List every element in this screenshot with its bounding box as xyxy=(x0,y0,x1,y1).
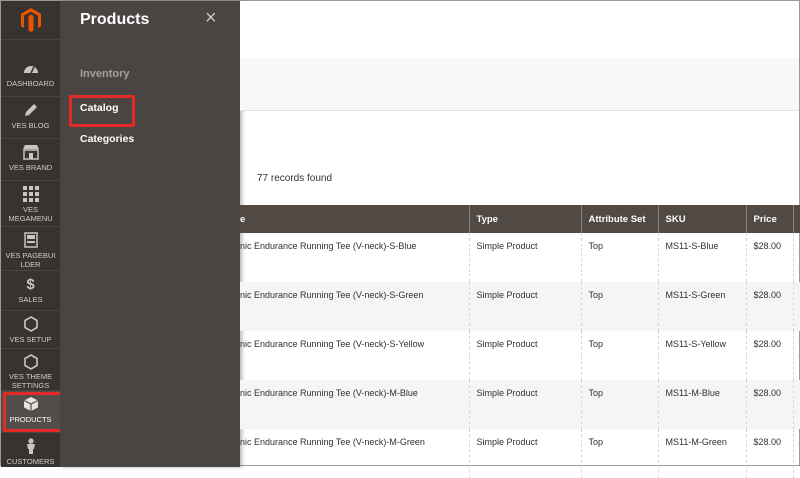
nav-label: VES BLOG xyxy=(11,121,50,130)
cell-quantity: 1 xyxy=(792,233,800,282)
cell-price: $28.00 xyxy=(745,429,793,478)
page-header xyxy=(240,1,799,59)
cell-sku: MS11-M-Blue xyxy=(657,380,746,429)
page-actions-bar xyxy=(240,58,799,111)
cell-quantity: 1 xyxy=(792,331,800,380)
nav-item-dashboard[interactable]: DASHBOARD xyxy=(1,55,60,97)
categories-link[interactable]: Categories xyxy=(80,133,134,145)
cell-type: Simple Product xyxy=(468,282,581,331)
cell-quantity: 1 xyxy=(792,282,800,331)
cell-price: $28.00 xyxy=(745,282,793,331)
column-header-sku[interactable]: SKU xyxy=(657,205,746,233)
nav-label: VES THEME SETTINGS xyxy=(8,372,53,390)
admin-sidebar: DASHBOARD VES BLOG VES BRAND VES MEGAMEN… xyxy=(1,1,63,467)
cell-attribute-set: Top xyxy=(580,380,658,429)
cell-type: Simple Product xyxy=(468,233,581,282)
cell-sku: MS11-S-Blue xyxy=(657,233,746,282)
cell-sku: MS11-M-Green xyxy=(657,429,746,478)
nav-label: CUSTOMERS xyxy=(6,457,55,466)
nav-label: VES PAGEBUILDER xyxy=(5,251,56,269)
nav-item-ves-brand[interactable]: VES BRAND xyxy=(1,139,60,181)
flyout-section-inventory: Inventory xyxy=(80,68,130,80)
cell-name: nic Endurance Running Tee (V-neck)-M-Blu… xyxy=(240,380,469,429)
magento-logo-icon xyxy=(20,8,41,32)
column-header-attribute-set[interactable]: Attribute Set xyxy=(580,205,658,233)
nav-label: VES SETUP xyxy=(9,335,52,344)
cell-type: Simple Product xyxy=(468,380,581,429)
nav-label: DASHBOARD xyxy=(6,79,55,88)
product-grid: e Type Attribute Set SKU Price Q nic End… xyxy=(240,205,800,478)
cell-price: $28.00 xyxy=(745,331,793,380)
close-icon[interactable]: × xyxy=(205,7,217,30)
nav-item-ves-theme-settings[interactable]: VES THEME SETTINGS xyxy=(1,349,60,391)
nav-label: VES BRAND xyxy=(8,163,53,172)
cell-attribute-set: Top xyxy=(580,282,658,331)
cell-attribute-set: Top xyxy=(580,233,658,282)
nav-label: SALES xyxy=(18,295,43,304)
cell-attribute-set: Top xyxy=(580,331,658,380)
cell-sku: MS11-S-Yellow xyxy=(657,331,746,380)
cell-name: nic Endurance Running Tee (V-neck)-M-Gre… xyxy=(240,437,425,447)
cell-type: Simple Product xyxy=(468,331,581,380)
column-header-quantity[interactable]: Q xyxy=(792,205,800,233)
flyout-title: Products xyxy=(80,11,150,28)
person-icon xyxy=(25,437,37,455)
table-row[interactable]: nic Endurance Running Tee (V-neck)-M-Blu… xyxy=(240,380,800,429)
catalog-highlight-box xyxy=(69,95,135,127)
hexagon-icon xyxy=(23,353,38,370)
store-icon xyxy=(22,143,40,161)
dollar-icon: $ xyxy=(26,275,35,293)
hexagon-icon xyxy=(23,315,38,333)
column-header-type[interactable]: Type xyxy=(468,205,581,233)
cell-quantity: 1 xyxy=(792,429,800,478)
grid-icon xyxy=(22,185,39,203)
nav-item-ves-pagebuilder[interactable]: VES PAGEBUILDER xyxy=(1,227,60,271)
magento-logo[interactable] xyxy=(1,1,60,40)
cell-price: $28.00 xyxy=(745,233,793,282)
nav-item-sales[interactable]: $ SALES xyxy=(1,271,60,311)
column-header-price[interactable]: Price xyxy=(745,205,793,233)
cell-sku: MS11-S-Green xyxy=(657,282,746,331)
grid-header-row: e Type Attribute Set SKU Price Q xyxy=(240,205,800,233)
table-row[interactable]: nic Endurance Running Tee (V-neck)-S-Gre… xyxy=(240,282,800,331)
products-flyout-menu: Products × Inventory Catalog Categories xyxy=(60,1,240,467)
nav-item-customers[interactable]: CUSTOMERS xyxy=(1,433,60,467)
records-count: 77 records found xyxy=(257,173,333,184)
nav-item-ves-setup[interactable]: VES SETUP xyxy=(1,311,60,349)
cell-name: nic Endurance Running Tee (V-neck)-S-Yel… xyxy=(240,339,425,349)
cell-quantity: 1 xyxy=(792,380,800,429)
pencil-icon xyxy=(23,101,39,119)
table-row[interactable]: nic Endurance Running Tee (V-neck)-M-Gre… xyxy=(240,429,800,478)
dashboard-icon xyxy=(23,59,39,77)
cell-name: nic Endurance Running Tee (V-neck)-S-Gre… xyxy=(240,282,469,331)
cell-name: nic Endurance Running Tee (V-neck)-S-Blu… xyxy=(240,241,417,251)
nav-item-ves-blog[interactable]: VES BLOG xyxy=(1,97,60,139)
products-highlight-box xyxy=(3,392,63,432)
cell-attribute-set: Top xyxy=(580,429,658,478)
column-header-name[interactable]: e xyxy=(240,205,469,233)
cell-price: $28.00 xyxy=(745,380,793,429)
cell-type: Simple Product xyxy=(468,429,581,478)
table-row[interactable]: nic Endurance Running Tee (V-neck)-S-Blu… xyxy=(240,233,800,282)
nav-label: VES MEGAMENU xyxy=(8,205,53,223)
layout-icon xyxy=(23,231,38,249)
table-row[interactable]: nic Endurance Running Tee (V-neck)-S-Yel… xyxy=(240,331,800,380)
nav-item-ves-megamenu[interactable]: VES MEGAMENU xyxy=(1,181,60,227)
